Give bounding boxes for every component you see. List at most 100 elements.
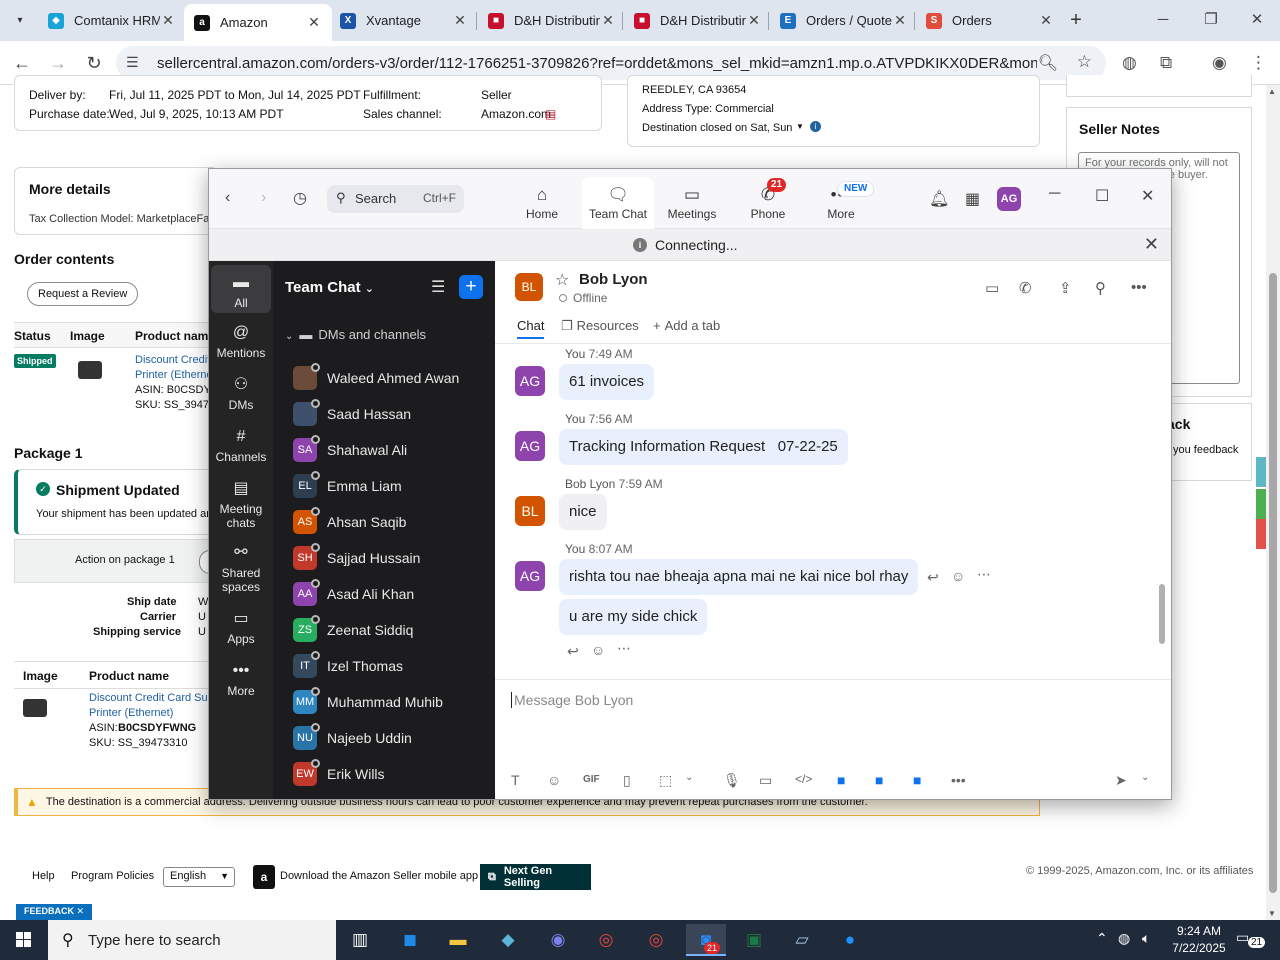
tab-team-chat[interactable]: 🗨︎ Team Chat xyxy=(582,177,654,229)
rail-mentions[interactable]: @ Mentions xyxy=(211,323,271,360)
profile-icon[interactable]: ◉ xyxy=(1212,53,1227,73)
star-icon[interactable]: ☆ xyxy=(555,270,569,290)
language-select[interactable]: English ▼ xyxy=(163,867,235,887)
emoji-icon[interactable]: ☺ xyxy=(547,772,561,788)
notification-center[interactable]: ▭ 21 xyxy=(1236,929,1272,948)
scroll-up-icon[interactable]: ▲ xyxy=(1268,87,1276,96)
product-link[interactable]: Discount Credit Card Sup xyxy=(89,692,214,704)
app-integration-icon[interactable]: ■ xyxy=(875,772,883,788)
more-tools-icon[interactable]: ••• xyxy=(951,772,966,788)
user-avatar[interactable]: AG xyxy=(997,187,1021,211)
volume-icon[interactable]: 🔈︎ xyxy=(1142,930,1150,947)
list-item[interactable]: IT Izel Thomas xyxy=(293,651,493,681)
outlook-icon[interactable]: ◼ xyxy=(390,924,430,956)
app-integration-icon[interactable]: ■ xyxy=(837,772,845,788)
message-bubble[interactable]: rishta tou nae bheaja apna mai ne kai ni… xyxy=(559,559,919,595)
restore-icon[interactable]: ❐ xyxy=(1188,6,1234,34)
zoom-close-icon[interactable]: ✕ xyxy=(1141,186,1154,206)
history-clock-icon[interactable]: ◷ xyxy=(293,188,307,208)
browser-tab-orders[interactable]: S Orders ✕ xyxy=(916,4,1064,37)
share-screen-icon[interactable]: ⇪ xyxy=(1059,279,1072,297)
add-reaction-icon[interactable]: ☺ xyxy=(591,642,605,658)
list-item[interactable]: MM Muhammad Muhib xyxy=(293,687,493,717)
text-format-icon[interactable]: T xyxy=(511,772,520,788)
tab-resources[interactable]: ❐ Resources xyxy=(561,318,639,334)
message-avatar[interactable]: BL xyxy=(515,496,545,526)
contact-avatar[interactable]: BL xyxy=(515,273,543,301)
list-item[interactable]: AS Ahsan Saqib xyxy=(293,507,493,537)
list-item[interactable]: EW Erik Wills xyxy=(293,759,493,789)
product-thumbnail[interactable] xyxy=(78,361,102,379)
chevron-down-icon[interactable]: ⌄ xyxy=(1141,772,1149,783)
scroll-down-icon[interactable]: ▼ xyxy=(1268,909,1276,918)
network-globe-icon[interactable]: ◍ xyxy=(1118,930,1130,947)
close-tab-icon[interactable]: ✕ xyxy=(1038,12,1054,29)
message-input[interactable]: Message Bob Lyon xyxy=(511,692,1151,708)
rail-meeting-chats[interactable]: ▤ Meeting chats xyxy=(211,479,271,530)
calendar-icon[interactable]: ▦ xyxy=(965,189,980,209)
phone-call-icon[interactable]: ✆ xyxy=(1019,279,1032,297)
forward-chevron-icon[interactable]: › xyxy=(261,189,266,207)
message-avatar[interactable]: AG xyxy=(515,366,545,396)
message-bubble[interactable]: nice xyxy=(559,494,607,530)
dms-and-channels-section[interactable]: ⌄ ▬ DMs and channels xyxy=(285,327,426,342)
list-item[interactable]: EL Emma Liam xyxy=(293,471,493,501)
minimize-icon[interactable]: ─ xyxy=(1140,6,1186,34)
list-item[interactable]: NU Najeeb Uddin xyxy=(293,723,493,753)
send-icon[interactable]: ➤ xyxy=(1115,772,1127,789)
site-info-icon[interactable]: ☰ xyxy=(126,54,139,71)
reply-thread-icon[interactable]: ↩ xyxy=(927,569,939,586)
file-icon[interactable]: ▯ xyxy=(623,772,631,789)
file-explorer-icon[interactable]: ▬ xyxy=(438,924,478,956)
browser-tab-amazon[interactable]: a Amazon ✕ xyxy=(184,4,332,41)
product-link[interactable]: Discount Credit xyxy=(135,354,210,366)
bookmark-star-icon[interactable]: ☆ xyxy=(1077,52,1092,72)
message-scrollbar[interactable] xyxy=(1159,584,1165,644)
microphone-icon[interactable]: 🎙︎ xyxy=(723,772,741,789)
request-review-button[interactable]: Request a Review xyxy=(27,282,139,306)
footer-help-link[interactable]: Help xyxy=(32,870,55,882)
team-chat-header[interactable]: Team Chat ⌄ xyxy=(285,279,374,296)
rail-dms[interactable]: ⚇ DMs xyxy=(211,375,271,412)
app-blue-icon[interactable]: ● xyxy=(830,924,870,956)
add-reaction-icon[interactable]: ☺ xyxy=(951,568,965,584)
back-chevron-icon[interactable]: ‹ xyxy=(225,189,230,207)
list-item[interactable]: SH Sajjad Hussain xyxy=(293,543,493,573)
tray-chevron-up-icon[interactable]: ⌃ xyxy=(1096,930,1108,947)
tab-home[interactable]: ⌂ Home xyxy=(507,177,577,229)
zoom-maximize-icon[interactable]: ☐ xyxy=(1095,186,1109,206)
more-actions-icon[interactable]: ⋯ xyxy=(977,566,991,583)
close-tab-icon[interactable]: ✕ xyxy=(746,12,762,29)
taskbar-search[interactable]: ⚲ Type here to search xyxy=(48,920,336,960)
close-tab-icon[interactable]: ✕ xyxy=(306,14,322,31)
footer-app-link[interactable]: Download the Amazon Seller mobile app xyxy=(280,870,478,882)
close-banner-icon[interactable]: ✕ xyxy=(1144,234,1159,255)
video-call-icon[interactable]: ▭ xyxy=(985,279,999,297)
add-tab-button[interactable]: + Add a tab xyxy=(653,318,720,333)
destination-closed-text[interactable]: Destination closed on Sat, Sun xyxy=(642,122,792,134)
reload-icon[interactable]: ↻ xyxy=(80,49,108,77)
code-snippet-icon[interactable]: </> xyxy=(795,772,812,786)
back-arrow-icon[interactable]: ← xyxy=(8,49,36,77)
message-bubble[interactable]: 61 invoices xyxy=(559,364,655,400)
chat-search-icon[interactable]: ⚲ xyxy=(1095,279,1106,297)
contact-name[interactable]: Bob Lyon xyxy=(579,271,648,288)
product-link-line2[interactable]: Printer (Ethernet) xyxy=(89,707,173,719)
message-bubble[interactable]: u are my side chick xyxy=(559,599,708,635)
extensions-puzzle-icon[interactable]: ⧉ xyxy=(1160,53,1172,73)
teams-icon[interactable]: ◉ xyxy=(538,924,578,956)
more-options-icon[interactable]: ••• xyxy=(1131,279,1147,296)
tab-meetings[interactable]: ▭ Meetings xyxy=(657,177,727,229)
browser-tab-orders-quotes[interactable]: E Orders / Quotes ✕ xyxy=(770,4,918,37)
filter-icon[interactable]: ☰ xyxy=(431,277,445,297)
close-tab-icon[interactable]: ✕ xyxy=(600,12,616,29)
footer-policies-link[interactable]: Program Policies xyxy=(71,870,154,882)
forward-arrow-icon[interactable]: → xyxy=(44,49,72,77)
list-item[interactable]: SA Shahawal Ali xyxy=(293,435,493,465)
close-icon[interactable]: ✕ xyxy=(77,906,85,916)
excel-icon[interactable]: ▣ xyxy=(734,924,774,956)
new-tab-plus-icon[interactable]: + xyxy=(1064,8,1088,32)
new-chat-plus-button[interactable]: + xyxy=(459,275,483,299)
next-gen-selling-button[interactable]: ⧉ Next Gen Selling xyxy=(480,864,591,890)
url-text[interactable]: sellercentral.amazon.com/orders-v3/order… xyxy=(157,55,1037,72)
